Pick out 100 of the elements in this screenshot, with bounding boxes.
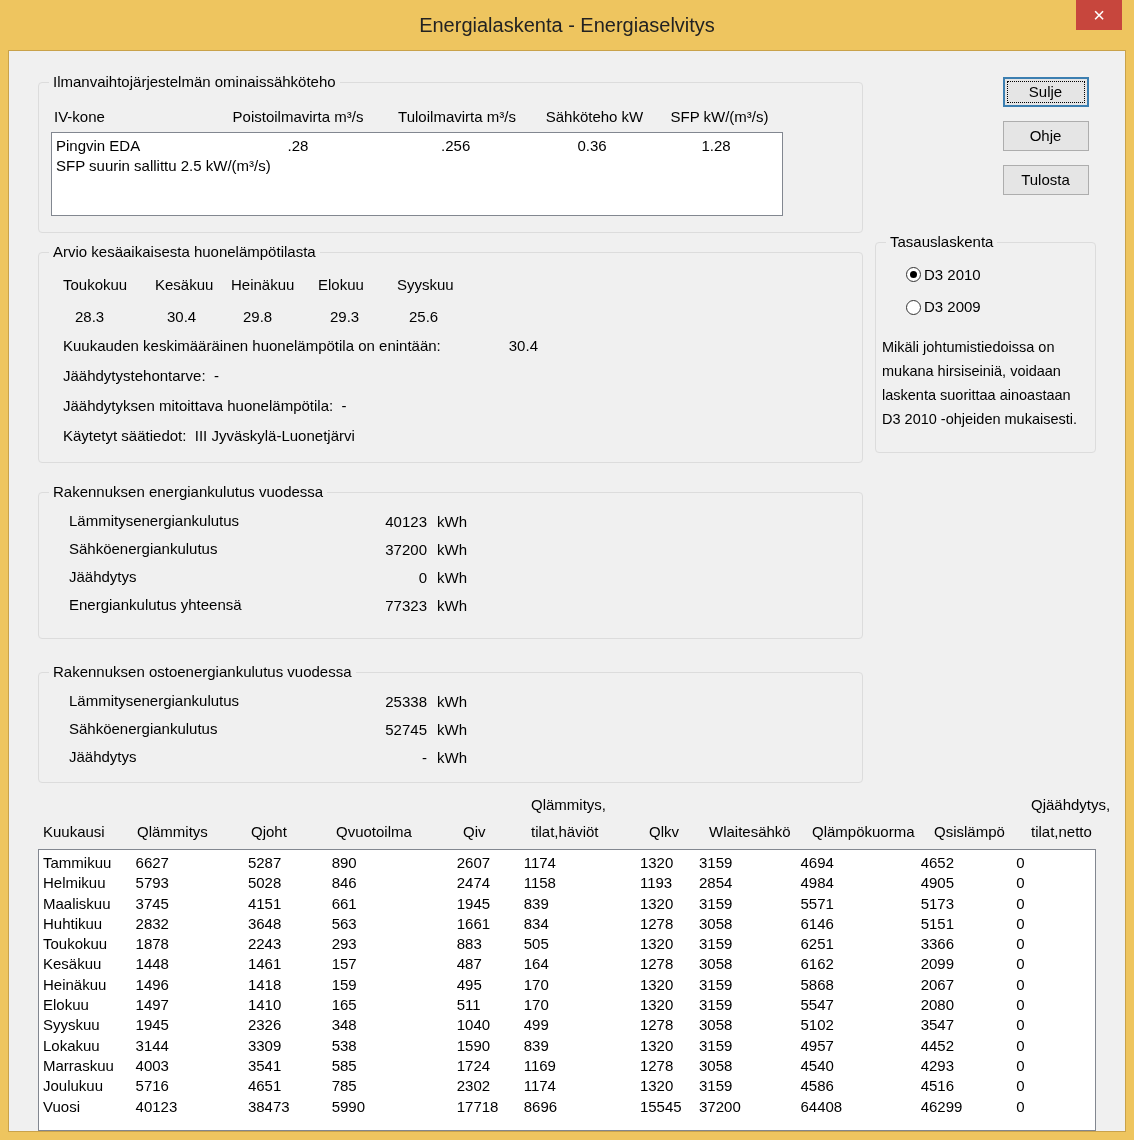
column-header: tilat,netto (1031, 822, 1093, 842)
table-cell-text: 883 (456, 934, 483, 955)
energy-label: Jäähdytys (69, 746, 138, 767)
info-label: Kuukauden keskimääräinen huonelämpötila on enintään: (63, 335, 441, 356)
column-header: Wlaitesähkö (709, 822, 792, 842)
unit-label: kWh (437, 596, 467, 616)
list-cell-text: .256 (440, 136, 472, 156)
info-text: Jäähdytyksen mitoittava huonelämpötila: - (63, 395, 347, 416)
table-cell-text: 2099 (920, 954, 956, 975)
table-cell-text: 3144 (135, 1035, 170, 1056)
table-cell-text: 3058 (699, 954, 734, 975)
table-cell-text: Huhtikuu (43, 913, 104, 934)
table-cell-text: 0 (1016, 1096, 1026, 1117)
table-cell-text: 2302 (456, 1076, 492, 1097)
energy-label: Jäähdytys (69, 566, 138, 587)
radio-button[interactable] (906, 299, 921, 315)
table-cell-text: 1418 (247, 974, 283, 995)
table-cell-text: 495 (456, 974, 483, 995)
info-text: Jäähdytystehontarve: - (63, 365, 219, 386)
table-cell-text: 4651 (247, 1076, 283, 1097)
energy-label: Energiankulutus yhteensä (69, 594, 243, 615)
column-header: Poistoilmavirta m³/s (231, 106, 365, 127)
group-title: Arvio kesäaikaisesta huonelämpötilasta (52, 242, 317, 262)
table-cell-text: 0 (1016, 1015, 1026, 1036)
table-cell-text: 0 (1016, 1055, 1026, 1076)
table-cell-text: 2326 (247, 1015, 283, 1036)
dialog-button[interactable]: Tulosta (1002, 165, 1089, 195)
table-cell-text: Heinäkuu (43, 974, 108, 995)
radio-option[interactable]: D3 2009 (906, 296, 1083, 319)
table-cell-text: Maaliskuu (43, 893, 112, 914)
table-cell-text: 499 (523, 1015, 550, 1036)
energy-value: - (421, 748, 427, 768)
table-cell-text: 1320 (639, 1035, 675, 1056)
column-header: Qjoht (251, 822, 288, 842)
table-cell-text: 5102 (800, 1015, 835, 1036)
table-cell-text: 6162 (800, 954, 835, 975)
info-text: Käytetyt säätiedot: III Jyväskylä-Luonetjärvi (63, 425, 355, 446)
table-cell-text: 46299 (920, 1096, 964, 1117)
table-cell-text: 1320 (639, 853, 675, 873)
table-cell-text: 0 (1016, 974, 1026, 995)
dialog-button[interactable]: Ohje (1002, 121, 1089, 151)
column-header: SFP kW/(m³/s) (669, 106, 770, 127)
dialog-button[interactable]: Sulje (1002, 77, 1089, 107)
table-cell-text: 1661 (456, 913, 492, 934)
energy-value: 40123 (384, 512, 427, 532)
group-title: Tasauslaskenta (889, 232, 995, 252)
month-label: Toukokuu (63, 274, 129, 295)
table-cell-text: Helmikuu (43, 873, 107, 894)
table-cell-text: 3547 (920, 1015, 956, 1036)
table-cell-text: 538 (331, 1035, 358, 1056)
list-cell-text: 1.28 (700, 136, 732, 156)
column-header: Qlämpökuorma (812, 822, 916, 842)
table-cell-text: 170 (523, 995, 550, 1016)
table-cell-text: 1174 (523, 1076, 557, 1097)
table-cell-text: 0 (1016, 995, 1026, 1016)
table-cell-text: 1193 (639, 873, 674, 894)
table-cell-text: Syyskuu (43, 1015, 101, 1036)
radio-option[interactable]: D3 2010 (906, 263, 1083, 286)
unit-label: kWh (437, 720, 467, 740)
table-cell-text: 785 (331, 1076, 358, 1097)
column-header: Sähköteho kW (544, 106, 645, 127)
table-cell-text: 1320 (639, 1076, 675, 1097)
column-header: Tuloilmavirta m³/s (397, 106, 517, 127)
list-box[interactable]: Pingvin EDA .28 .256 0.36 1.28 SFP suurin sallittu 2.5 kW/(m³/s) (51, 132, 783, 216)
table-cell-text: Marraskuu (43, 1055, 115, 1076)
column-header: Qvuotoilma (336, 822, 413, 842)
table-cell-text: 4540 (800, 1055, 835, 1076)
temperature-value: 25.6 (408, 307, 440, 327)
table-cell-text: 159 (331, 974, 358, 995)
table-cell-text: 293 (331, 934, 358, 955)
table-cell-text: 1278 (639, 913, 675, 934)
table-cell-text: 4452 (920, 1035, 956, 1056)
info-value: 30.4 (508, 335, 538, 356)
table-cell-text: 1496 (135, 974, 170, 995)
radio-button[interactable] (906, 267, 921, 283)
month-label: Elokuu (318, 274, 365, 295)
table-cell-text: 1590 (456, 1035, 492, 1056)
group-title: Rakennuksen energiankulutus vuodessa (52, 482, 325, 502)
table-cell-text: 164 (523, 954, 550, 975)
month-label: Kesäkuu (155, 274, 215, 295)
table-cell-text: 2474 (456, 873, 492, 894)
column-header: IV-kone (54, 106, 106, 127)
table-cell-text: 1278 (639, 1055, 675, 1076)
table-cell-text: 40123 (135, 1096, 179, 1117)
unit-label: kWh (437, 568, 467, 588)
energy-label: Sähköenergiankulutus (69, 538, 219, 559)
table-cell-text: 585 (331, 1055, 358, 1076)
table-cell-text: Vuosi (43, 1096, 81, 1117)
table-cell-text: 5990 (331, 1096, 366, 1117)
table-cell-text: 3309 (247, 1035, 283, 1056)
column-header: tilat,häviöt (531, 822, 600, 842)
table-cell-text: 5571 (800, 893, 835, 914)
temperature-value: 29.3 (329, 307, 361, 327)
table-cell-text: 5716 (135, 1076, 170, 1097)
close-button[interactable]: × (1076, 0, 1122, 30)
table-cell-text: 3159 (699, 974, 734, 995)
table-cell-text: 1945 (456, 893, 492, 914)
table-cell-text: 0 (1016, 934, 1026, 955)
table-cell-text: 2067 (920, 974, 956, 995)
group-title: Ilmanvaihtojärjestelmän ominaissähköteho (52, 72, 337, 92)
